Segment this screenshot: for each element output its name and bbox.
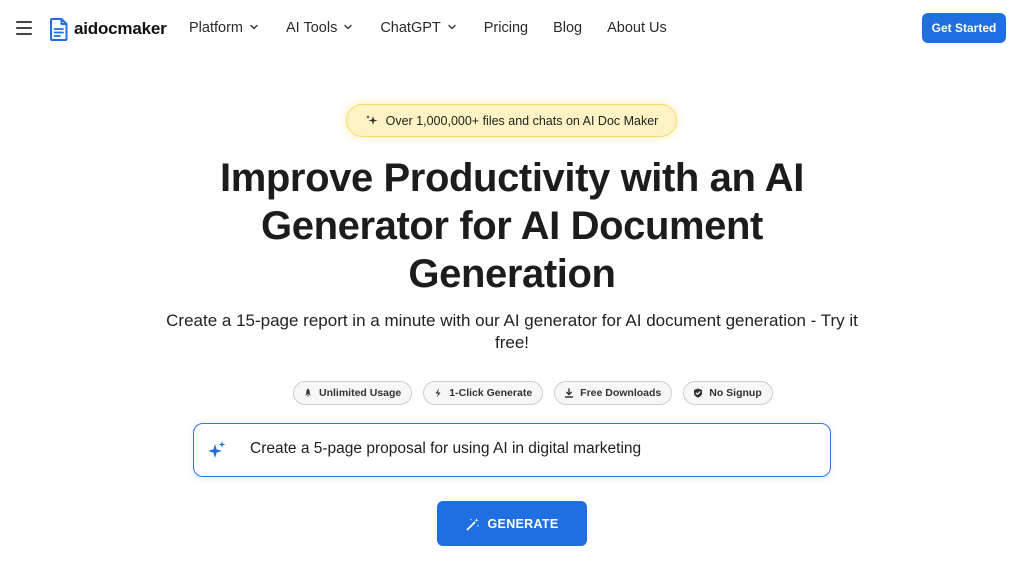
top-navbar: aidocmaker Platform AI Tools ChatGPT Pri… — [0, 0, 1024, 56]
menu-item-pricing[interactable]: Pricing — [484, 18, 528, 38]
menu-item-platform[interactable]: Platform — [189, 18, 258, 38]
feature-pill-no-signup: No Signup — [683, 381, 773, 405]
feature-label: No Signup — [709, 387, 762, 399]
menu-item-label: About Us — [607, 20, 667, 36]
hero-subheadline: Create a 15-page report in a minute with… — [166, 311, 858, 352]
main-menu: Platform AI Tools ChatGPT Pricing Blog A… — [189, 18, 667, 38]
menu-item-about-us[interactable]: About Us — [607, 18, 667, 38]
menu-item-chatgpt[interactable]: ChatGPT — [380, 18, 456, 38]
stats-badge: Over 1,000,000+ files and chats on AI Do… — [346, 104, 677, 137]
magic-wand-icon — [466, 517, 479, 530]
prompt-input[interactable]: Create a 5-page proposal for using AI in… — [193, 423, 831, 477]
feature-pill-free-downloads: Free Downloads — [554, 381, 673, 405]
lightning-icon — [435, 388, 441, 398]
menu-item-label: Pricing — [483, 20, 529, 36]
feature-label: 1-Click Generate — [449, 387, 533, 399]
menu-item-label: Platform — [189, 20, 243, 36]
generate-button[interactable]: GENERATE — [437, 501, 587, 546]
logo-text: aidocmaker — [74, 19, 167, 38]
menu-item-ai-tools[interactable]: AI Tools — [286, 18, 353, 38]
chevron-down-icon — [448, 24, 456, 29]
feature-pills: Unlimited Usage 1-Click Generate Free Do… — [293, 381, 773, 405]
chevron-down-icon — [344, 24, 353, 29]
download-icon — [564, 388, 574, 398]
hamburger-menu-icon[interactable] — [16, 21, 32, 35]
feature-label: Free Downloads — [580, 387, 662, 399]
feature-label: Unlimited Usage — [319, 387, 402, 399]
badge-text: Over 1,000,000+ files and chats on AI Do… — [385, 113, 659, 128]
menu-item-label: AI Tools — [286, 20, 338, 36]
document-logo-icon — [50, 17, 68, 41]
rocket-icon — [305, 388, 311, 398]
get-started-button[interactable]: Get Started — [922, 13, 1006, 43]
site-logo[interactable]: aidocmaker — [50, 17, 167, 41]
feature-pill-one-click-generate: 1-Click Generate — [423, 381, 544, 405]
sparkle-icon — [208, 441, 226, 458]
menu-item-label: ChatGPT — [380, 20, 441, 36]
chevron-down-icon — [250, 24, 258, 29]
sparkle-icon — [365, 114, 378, 125]
generate-label: GENERATE — [487, 516, 559, 531]
menu-item-blog[interactable]: Blog — [553, 18, 582, 38]
menu-item-label: Blog — [553, 20, 583, 36]
feature-pill-unlimited-usage: Unlimited Usage — [293, 381, 413, 405]
hero-headline: Improve Productivity with an AI Generato… — [220, 156, 804, 296]
shield-check-icon — [694, 388, 703, 398]
prompt-text: Create a 5-page proposal for using AI in… — [250, 440, 642, 457]
